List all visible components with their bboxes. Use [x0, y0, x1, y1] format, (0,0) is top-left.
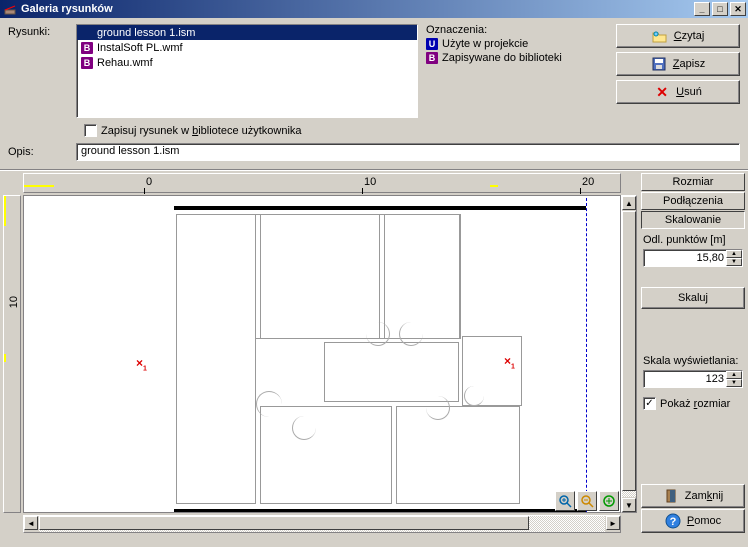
- file-name: ground lesson 1.ism: [97, 27, 195, 39]
- scroll-left-icon[interactable]: ◄: [24, 516, 38, 530]
- save-button[interactable]: Zapisz: [616, 52, 740, 76]
- tab-podlaczenia[interactable]: Podłączenia: [641, 192, 745, 210]
- zoom-fit-button[interactable]: [599, 491, 619, 511]
- skala-wys-label: Skala wyświetlania:: [643, 355, 743, 367]
- file-name: InstalSoft PL.wmf: [97, 42, 183, 54]
- opis-label: Opis:: [8, 146, 68, 158]
- spin-down-icon[interactable]: ▼: [726, 379, 742, 387]
- zoom-in-button[interactable]: [555, 491, 575, 511]
- ruler-horizontal: 0 10 20: [23, 173, 621, 193]
- checkbox-icon[interactable]: [643, 397, 656, 410]
- ruler-tick: 20: [582, 176, 594, 188]
- svg-text:?: ?: [670, 516, 677, 528]
- minimize-button[interactable]: _: [694, 2, 710, 16]
- ruler-vertical: 10: [3, 195, 21, 513]
- file-item[interactable]: B Rehau.wmf: [77, 55, 417, 70]
- skala-input[interactable]: 123 ▲ ▼: [643, 370, 743, 388]
- checkbox-icon[interactable]: [84, 124, 97, 137]
- close-dialog-button[interactable]: Zamknij: [641, 484, 745, 508]
- ruler-tick: 10: [364, 176, 376, 188]
- save-to-library-checkbox[interactable]: Zapisuj rysunek w bibliotece użytkownika: [84, 124, 748, 137]
- scroll-down-icon[interactable]: ▼: [622, 498, 636, 512]
- scroll-right-icon[interactable]: ►: [606, 516, 620, 530]
- spin-down-icon[interactable]: ▼: [726, 258, 742, 266]
- library-icon: B: [426, 52, 438, 64]
- window-title: Galeria rysunków: [21, 3, 692, 15]
- top-panel: Rysunki: ground lesson 1.ism B InstalSof…: [0, 18, 748, 122]
- zoom-toolbar: [555, 491, 619, 511]
- scrollbar-horizontal[interactable]: ◄ ►: [23, 515, 621, 533]
- legend-title: Oznaczenia:: [426, 24, 586, 36]
- library-icon: B: [81, 57, 93, 69]
- odl-punktow-input[interactable]: 15,80 ▲ ▼: [643, 249, 743, 267]
- scroll-up-icon[interactable]: ▲: [622, 196, 636, 210]
- floor-plan: [144, 206, 594, 513]
- legend-used: Użyte w projekcie: [442, 38, 528, 50]
- scrollbar-vertical[interactable]: ▲ ▼: [621, 195, 637, 513]
- file-list[interactable]: ground lesson 1.ism B InstalSoft PL.wmf …: [76, 24, 418, 118]
- library-icon: B: [81, 42, 93, 54]
- drawing-viewport[interactable]: ×1 ×1: [23, 195, 621, 513]
- tab-rozmiar[interactable]: Rozmiar: [641, 173, 745, 191]
- ruler-tick: 10: [8, 296, 20, 308]
- canvas-area: 0 10 20 10: [1, 173, 747, 533]
- door-icon: [663, 488, 679, 504]
- spin-up-icon[interactable]: ▲: [726, 250, 742, 258]
- file-item[interactable]: B InstalSoft PL.wmf: [77, 40, 417, 55]
- read-button[interactable]: CCzytajzytaj: [616, 24, 740, 48]
- help-button[interactable]: ? Pomoc: [641, 509, 745, 533]
- legend-saved: Zapisywane do biblioteki: [442, 52, 562, 64]
- skaluj-button[interactable]: Skaluj: [641, 287, 745, 309]
- save-icon: [651, 56, 667, 72]
- scrollbar-thumb[interactable]: [39, 516, 529, 530]
- file-name: Rehau.wmf: [97, 57, 153, 69]
- file-item[interactable]: ground lesson 1.ism: [77, 25, 417, 40]
- marker-x-icon: ×1: [136, 356, 147, 372]
- tab-skalowanie[interactable]: Skalowanie: [641, 211, 745, 229]
- zoom-out-button[interactable]: [577, 491, 597, 511]
- ruler-tick: 0: [146, 176, 152, 188]
- help-icon: ?: [665, 513, 681, 529]
- marker-x-icon: ×1: [504, 354, 515, 370]
- app-icon: [2, 1, 18, 17]
- used-icon: U: [426, 38, 438, 50]
- delete-button[interactable]: ✕ Usuń: [616, 80, 740, 104]
- titlebar: Galeria rysunków _ □ ✕: [0, 0, 748, 18]
- maximize-button[interactable]: □: [712, 2, 728, 16]
- pokaz-rozmiar-checkbox[interactable]: Pokaż rozmiar: [643, 397, 743, 410]
- files-label: Rysunki:: [8, 24, 68, 118]
- opis-input[interactable]: ground lesson 1.ism: [76, 143, 740, 161]
- close-button[interactable]: ✕: [730, 2, 746, 16]
- side-panel: Rozmiar Podłączenia Skalowanie Odl. punk…: [639, 173, 747, 533]
- legend: Oznaczenia: U Użyte w projekcie B Zapisy…: [426, 24, 586, 118]
- scrollbar-thumb[interactable]: [622, 211, 636, 491]
- spin-up-icon[interactable]: ▲: [726, 371, 742, 379]
- delete-x-icon: ✕: [654, 84, 670, 100]
- folder-open-icon: [652, 28, 668, 44]
- odl-punktow-label: Odl. punktów [m]: [643, 234, 743, 246]
